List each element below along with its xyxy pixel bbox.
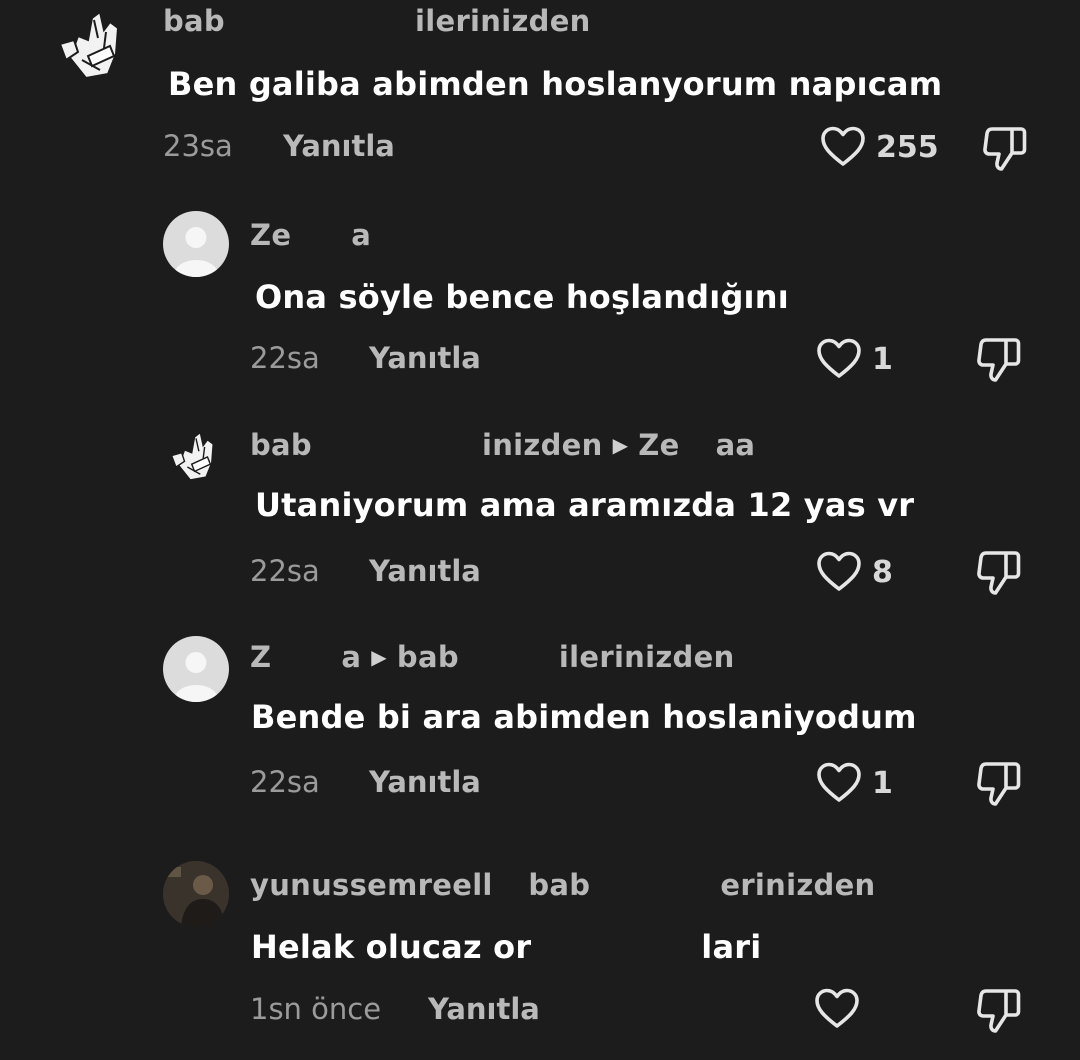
comment-username[interactable]: bab inizden ▶ Ze aa <box>250 428 755 462</box>
avatar[interactable] <box>163 211 229 277</box>
redaction <box>312 428 482 462</box>
redaction <box>225 4 415 38</box>
redaction <box>271 640 342 674</box>
avatar[interactable] <box>163 424 229 490</box>
hand-icon <box>58 10 120 80</box>
reply-button[interactable]: Yanıtla <box>369 341 481 375</box>
comment-text: Utaniyorum ama aramızda 12 yas vr <box>255 486 915 524</box>
comment-timestamp: 22sa <box>250 765 320 799</box>
like-button[interactable] <box>814 988 870 1030</box>
thumbs-down-icon <box>977 762 1021 806</box>
reply-button[interactable]: Yanıtla <box>283 129 395 163</box>
hand-icon <box>170 431 214 481</box>
comment-text: Bende bi ara abimden hoslaniyodum <box>251 698 917 736</box>
redaction <box>458 640 559 674</box>
photo-avatar <box>163 861 229 927</box>
comment-text: Helak olucaz or lari <box>251 928 762 966</box>
avatar[interactable] <box>48 0 140 92</box>
reply-button[interactable]: Yanıtla <box>369 554 481 588</box>
comment-text: Ben galiba abimden hoslanyorum napıcam <box>168 65 943 103</box>
like-count: 1 <box>872 341 893 377</box>
dislike-button[interactable] <box>976 987 1022 1035</box>
heart-icon <box>821 126 865 166</box>
heart-icon <box>817 338 861 378</box>
like-button[interactable]: 255 <box>820 126 939 168</box>
dislike-button[interactable] <box>976 336 1022 384</box>
dislike-button[interactable] <box>976 549 1022 597</box>
thumbs-down-icon <box>977 338 1021 382</box>
like-button[interactable]: 8 <box>816 551 893 593</box>
comment-timestamp: 22sa <box>250 341 320 375</box>
heart-icon <box>817 762 861 802</box>
reply-arrow-icon: ▶ <box>371 645 387 669</box>
comment-text: Ona söyle bence hoşlandığını <box>255 278 789 316</box>
comment-timestamp: 23sa <box>163 129 233 163</box>
avatar[interactable] <box>163 636 229 702</box>
dislike-button[interactable] <box>982 125 1028 173</box>
redaction <box>679 428 716 462</box>
redaction <box>531 928 702 966</box>
avatar[interactable] <box>163 861 229 927</box>
like-count: 1 <box>872 765 893 801</box>
heart-icon <box>817 551 861 591</box>
like-count: 8 <box>872 554 893 590</box>
like-button[interactable]: 1 <box>816 762 893 804</box>
dislike-button[interactable] <box>976 760 1022 808</box>
comment-timestamp: 1sn önce <box>250 992 382 1026</box>
comment-timestamp: 22sa <box>250 554 320 588</box>
redaction <box>590 868 721 902</box>
reply-button[interactable]: Yanıtla <box>428 992 540 1026</box>
heart-icon <box>815 988 859 1028</box>
redaction <box>291 218 352 252</box>
like-count: 255 <box>876 129 939 165</box>
thumbs-down-icon <box>977 551 1021 595</box>
thumbs-down-icon <box>977 989 1021 1033</box>
comment-username[interactable]: bab ilerinizden <box>163 4 591 38</box>
reply-button[interactable]: Yanıtla <box>369 765 481 799</box>
like-button[interactable]: 1 <box>816 338 893 380</box>
thumbs-down-icon <box>983 127 1027 171</box>
reply-arrow-icon: ▶ <box>612 433 629 457</box>
comment-username[interactable]: Z a ▶ bab ilerinizden <box>250 640 735 674</box>
comment-username[interactable]: yunussemreell▶bab erinizden <box>250 868 876 902</box>
comment-username[interactable]: Ze a <box>250 218 371 252</box>
